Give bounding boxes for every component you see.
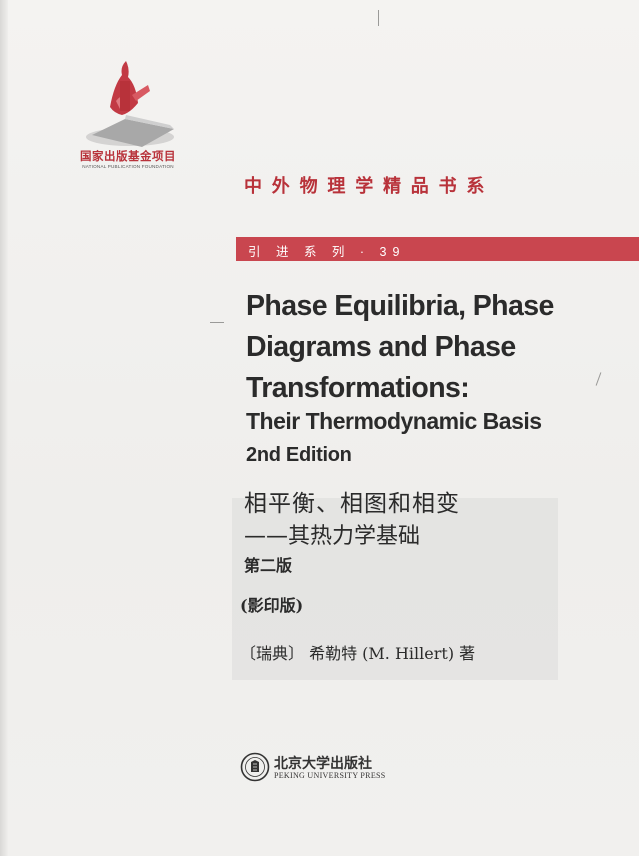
subtitle-cn: ——其热力学基础	[244, 524, 421, 549]
series-band: 引 进 系 列 · 39	[236, 237, 639, 261]
edition-cn: 第二版	[244, 556, 293, 575]
author-line: 〔瑞典〕 希勒特 (M. Hillert) 著	[240, 644, 476, 663]
facsimile-label: (影印版)	[240, 596, 304, 615]
scan-speck	[378, 10, 379, 26]
title-en-line1: Phase Equilibria, Phase	[246, 290, 554, 322]
title-en-line2: Diagrams and Phase	[246, 331, 516, 363]
scan-speck	[210, 322, 224, 323]
subtitle-en: Their Thermodynamic Basis	[246, 408, 542, 434]
book-cover: 国家出版基金项目 NATIONAL PUBLICATION FOUNDATION…	[0, 0, 639, 856]
edition-en: 2nd Edition	[246, 444, 352, 466]
publisher-name-en: PEKING UNIVERSITY PRESS	[274, 771, 386, 780]
peking-university-seal-icon	[240, 752, 270, 782]
series-title: 中外物理学精品书系	[244, 176, 495, 197]
title-en-line3: Transformations:	[246, 372, 470, 404]
emblem-name-en: NATIONAL PUBLICATION FOUNDATION	[82, 164, 174, 169]
title-cn: 相平衡、相图和相变	[244, 491, 460, 517]
series-band-label: 引 进 系 列 · 39	[248, 245, 406, 259]
page-edge	[0, 0, 8, 856]
title-en: Phase Equilibria, Phase Diagrams and Pha…	[246, 286, 626, 409]
publisher-name-cn: 北京大学出版社	[274, 756, 372, 772]
emblem-name-cn: 国家出版基金项目	[80, 149, 176, 163]
